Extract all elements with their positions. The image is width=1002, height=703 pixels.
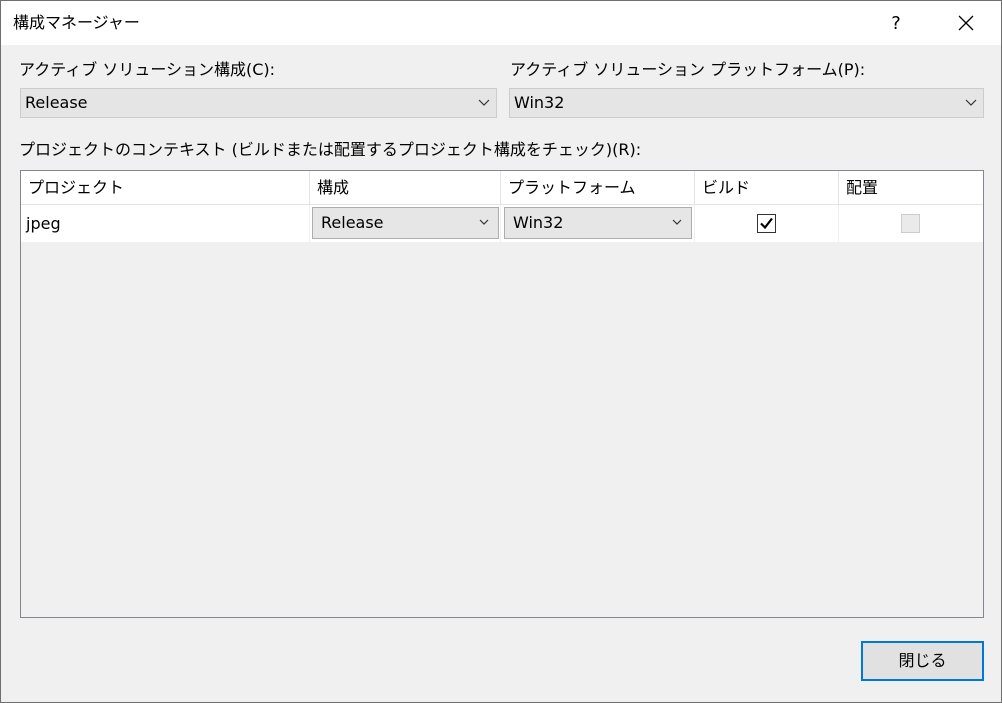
- configuration-manager-dialog: 構成マネージャー ? アクティブ ソリューション構成(C): Release ア…: [0, 0, 1002, 703]
- chevron-down-icon: [965, 99, 977, 106]
- config-cell: Release: [310, 205, 501, 242]
- close-window-button[interactable]: [943, 1, 989, 45]
- active-platform-value: Win32: [514, 93, 565, 112]
- active-config-select[interactable]: Release: [20, 88, 497, 118]
- close-button[interactable]: 閉じる: [861, 641, 984, 681]
- project-config-value: Release: [321, 213, 384, 232]
- close-icon: [958, 15, 974, 31]
- table-row[interactable]: jpeg Release Win32: [21, 205, 983, 242]
- chevron-down-icon: [479, 219, 489, 225]
- deploy-checkbox: [901, 214, 920, 233]
- help-button[interactable]: ?: [873, 1, 919, 45]
- project-platform-select[interactable]: Win32: [504, 207, 692, 239]
- column-header-config[interactable]: 構成: [310, 171, 501, 205]
- active-config-value: Release: [25, 93, 88, 112]
- column-header-deploy[interactable]: 配置: [839, 171, 983, 205]
- platform-cell: Win32: [501, 205, 695, 242]
- window-title: 構成マネージャー: [13, 13, 140, 32]
- project-context-label: プロジェクトのコンテキスト (ビルドまたは配置するプロジェクト構成をチェック)(…: [19, 140, 642, 159]
- column-header-build[interactable]: ビルド: [695, 171, 839, 205]
- project-platform-value: Win32: [513, 213, 564, 232]
- build-cell: [695, 205, 839, 242]
- checkmark-icon: [760, 217, 773, 230]
- project-name-cell: jpeg: [21, 205, 310, 242]
- project-context-grid: プロジェクト 構成 プラットフォーム ビルド 配置 jpeg Release W…: [20, 170, 984, 618]
- deploy-cell: [839, 205, 983, 242]
- column-header-platform[interactable]: プラットフォーム: [501, 171, 695, 205]
- grid-header: プロジェクト 構成 プラットフォーム ビルド 配置: [21, 171, 983, 205]
- chevron-down-icon: [672, 219, 682, 225]
- active-platform-label: アクティブ ソリューション プラットフォーム(P):: [510, 60, 866, 79]
- chevron-down-icon: [478, 99, 490, 106]
- active-config-label: アクティブ ソリューション構成(C):: [19, 60, 276, 79]
- build-checkbox[interactable]: [757, 214, 776, 233]
- help-icon: ?: [891, 12, 901, 34]
- active-platform-select[interactable]: Win32: [509, 88, 984, 118]
- project-config-select[interactable]: Release: [312, 207, 499, 239]
- column-header-project[interactable]: プロジェクト: [21, 171, 310, 205]
- title-bar: 構成マネージャー ?: [1, 1, 1001, 45]
